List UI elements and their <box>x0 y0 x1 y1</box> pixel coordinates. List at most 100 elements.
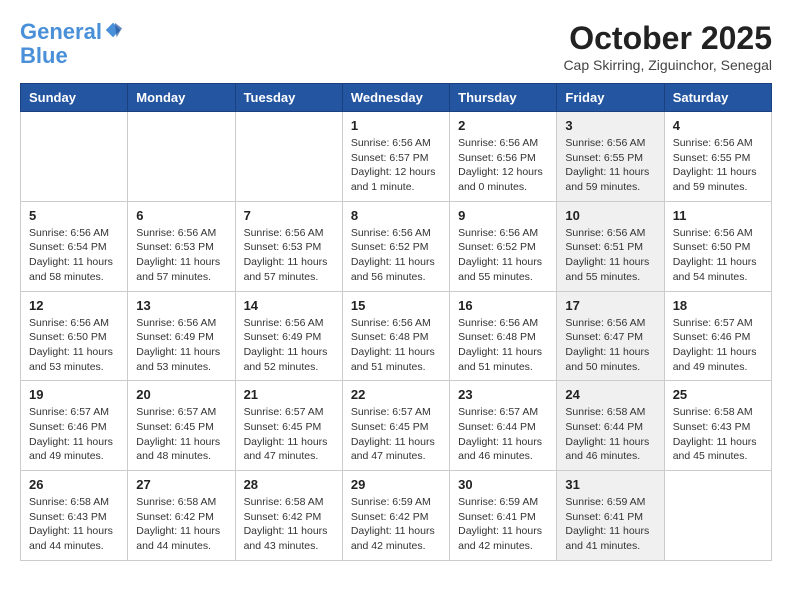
day-info: Sunrise: 6:56 AMSunset: 6:48 PMDaylight:… <box>351 316 441 375</box>
calendar-cell: 5 Sunrise: 6:56 AMSunset: 6:54 PMDaylight… <box>21 201 128 291</box>
day-number: 12 <box>29 298 119 313</box>
weekday-header-tuesday: Tuesday <box>235 84 342 112</box>
logo-line1: General <box>20 19 102 44</box>
day-number: 25 <box>673 387 763 402</box>
day-info: Sunrise: 6:58 AMSunset: 6:42 PMDaylight:… <box>244 495 334 554</box>
day-number: 14 <box>244 298 334 313</box>
day-number: 1 <box>351 118 441 133</box>
day-info: Sunrise: 6:57 AMSunset: 6:46 PMDaylight:… <box>29 405 119 464</box>
calendar-cell: 12Sunrise: 6:56 AMSunset: 6:50 PMDayligh… <box>21 291 128 381</box>
calendar-cell: 6 Sunrise: 6:56 AMSunset: 6:53 PMDaylight… <box>128 201 235 291</box>
day-number: 8 <box>351 208 441 223</box>
day-info: Sunrise: 6:56 AMSunset: 6:54 PMDaylight:… <box>29 226 119 285</box>
day-number: 16 <box>458 298 548 313</box>
day-number: 9 <box>458 208 548 223</box>
day-info: Sunrise: 6:56 AMSunset: 6:53 PMDaylight:… <box>136 226 226 285</box>
day-info: Sunrise: 6:59 AMSunset: 6:41 PMDaylight:… <box>458 495 548 554</box>
calendar-cell <box>235 112 342 202</box>
day-info: Sunrise: 6:57 AMSunset: 6:46 PMDaylight:… <box>673 316 763 375</box>
calendar-cell: 31 Sunrise: 6:59 AMSunset: 6:41 PMDayligh… <box>557 471 664 561</box>
day-number: 24 <box>565 387 655 402</box>
week-row-5: 26Sunrise: 6:58 AMSunset: 6:43 PMDayligh… <box>21 471 772 561</box>
calendar-cell <box>21 112 128 202</box>
header: General Blue October 2025 Cap Skirring, … <box>20 20 772 73</box>
weekday-header-saturday: Saturday <box>664 84 771 112</box>
day-number: 28 <box>244 477 334 492</box>
day-info: Sunrise: 6:56 AMSunset: 6:49 PMDaylight:… <box>244 316 334 375</box>
day-info: Sunrise: 6:56 AMSunset: 6:53 PMDaylight:… <box>244 226 334 285</box>
calendar-cell: 1 Sunrise: 6:56 AMSunset: 6:57 PMDaylight… <box>342 112 449 202</box>
calendar-cell: 4Sunrise: 6:56 AMSunset: 6:55 PMDaylight… <box>664 112 771 202</box>
calendar-cell: 3 Sunrise: 6:56 AMSunset: 6:55 PMDaylight… <box>557 112 664 202</box>
calendar-cell: 19 Sunrise: 6:57 AMSunset: 6:46 PMDayligh… <box>21 381 128 471</box>
day-info: Sunrise: 6:56 AMSunset: 6:51 PMDaylight:… <box>565 226 655 285</box>
calendar-cell: 25 Sunrise: 6:58 AMSunset: 6:43 PMDayligh… <box>664 381 771 471</box>
weekday-header-friday: Friday <box>557 84 664 112</box>
calendar-cell: 30Sunrise: 6:59 AMSunset: 6:41 PMDayligh… <box>450 471 557 561</box>
calendar-cell: 27 Sunrise: 6:58 AMSunset: 6:42 PMDayligh… <box>128 471 235 561</box>
day-number: 27 <box>136 477 226 492</box>
weekday-header-sunday: Sunday <box>21 84 128 112</box>
location-subtitle: Cap Skirring, Ziguinchor, Senegal <box>563 57 772 73</box>
day-info: Sunrise: 6:57 AMSunset: 6:45 PMDaylight:… <box>244 405 334 464</box>
day-number: 31 <box>565 477 655 492</box>
calendar-cell: 23 Sunrise: 6:57 AMSunset: 6:44 PMDayligh… <box>450 381 557 471</box>
day-number: 5 <box>29 208 119 223</box>
weekday-header-row: SundayMondayTuesdayWednesdayThursdayFrid… <box>21 84 772 112</box>
logo: General Blue <box>20 20 122 68</box>
day-number: 10 <box>565 208 655 223</box>
day-info: Sunrise: 6:57 AMSunset: 6:45 PMDaylight:… <box>351 405 441 464</box>
calendar-cell: 11 Sunrise: 6:56 AMSunset: 6:50 PMDayligh… <box>664 201 771 291</box>
day-number: 17 <box>565 298 655 313</box>
calendar-cell: 2 Sunrise: 6:56 AMSunset: 6:56 PMDaylight… <box>450 112 557 202</box>
week-row-2: 5 Sunrise: 6:56 AMSunset: 6:54 PMDaylight… <box>21 201 772 291</box>
weekday-header-thursday: Thursday <box>450 84 557 112</box>
calendar-cell: 29Sunrise: 6:59 AMSunset: 6:42 PMDayligh… <box>342 471 449 561</box>
month-title: October 2025 <box>563 20 772 57</box>
day-number: 18 <box>673 298 763 313</box>
calendar-cell: 21 Sunrise: 6:57 AMSunset: 6:45 PMDayligh… <box>235 381 342 471</box>
day-info: Sunrise: 6:56 AMSunset: 6:57 PMDaylight:… <box>351 136 441 195</box>
day-number: 13 <box>136 298 226 313</box>
day-number: 2 <box>458 118 548 133</box>
calendar-cell: 24Sunrise: 6:58 AMSunset: 6:44 PMDayligh… <box>557 381 664 471</box>
calendar-cell: 7Sunrise: 6:56 AMSunset: 6:53 PMDaylight… <box>235 201 342 291</box>
day-number: 26 <box>29 477 119 492</box>
calendar-cell: 28 Sunrise: 6:58 AMSunset: 6:42 PMDayligh… <box>235 471 342 561</box>
calendar-cell: 13Sunrise: 6:56 AMSunset: 6:49 PMDayligh… <box>128 291 235 381</box>
calendar-cell: 9Sunrise: 6:56 AMSunset: 6:52 PMDaylight… <box>450 201 557 291</box>
day-number: 3 <box>565 118 655 133</box>
day-info: Sunrise: 6:58 AMSunset: 6:42 PMDaylight:… <box>136 495 226 554</box>
calendar-cell: 16 Sunrise: 6:56 AMSunset: 6:48 PMDayligh… <box>450 291 557 381</box>
weekday-header-wednesday: Wednesday <box>342 84 449 112</box>
day-number: 29 <box>351 477 441 492</box>
day-info: Sunrise: 6:56 AMSunset: 6:52 PMDaylight:… <box>351 226 441 285</box>
day-info: Sunrise: 6:57 AMSunset: 6:44 PMDaylight:… <box>458 405 548 464</box>
calendar-cell <box>664 471 771 561</box>
logo-text: General <box>20 20 122 44</box>
day-info: Sunrise: 6:56 AMSunset: 6:56 PMDaylight:… <box>458 136 548 195</box>
weekday-header-monday: Monday <box>128 84 235 112</box>
day-number: 21 <box>244 387 334 402</box>
day-number: 23 <box>458 387 548 402</box>
day-number: 20 <box>136 387 226 402</box>
day-number: 22 <box>351 387 441 402</box>
day-number: 15 <box>351 298 441 313</box>
title-section: October 2025 Cap Skirring, Ziguinchor, S… <box>563 20 772 73</box>
week-row-3: 12Sunrise: 6:56 AMSunset: 6:50 PMDayligh… <box>21 291 772 381</box>
calendar-cell: 14 Sunrise: 6:56 AMSunset: 6:49 PMDayligh… <box>235 291 342 381</box>
logo-line2: Blue <box>20 44 122 68</box>
calendar-cell: 10 Sunrise: 6:56 AMSunset: 6:51 PMDayligh… <box>557 201 664 291</box>
day-number: 6 <box>136 208 226 223</box>
day-info: Sunrise: 6:58 AMSunset: 6:43 PMDaylight:… <box>673 405 763 464</box>
day-number: 11 <box>673 208 763 223</box>
day-info: Sunrise: 6:56 AMSunset: 6:48 PMDaylight:… <box>458 316 548 375</box>
week-row-4: 19 Sunrise: 6:57 AMSunset: 6:46 PMDayligh… <box>21 381 772 471</box>
day-info: Sunrise: 6:56 AMSunset: 6:55 PMDaylight:… <box>565 136 655 195</box>
calendar-cell: 17Sunrise: 6:56 AMSunset: 6:47 PMDayligh… <box>557 291 664 381</box>
day-info: Sunrise: 6:59 AMSunset: 6:41 PMDaylight:… <box>565 495 655 554</box>
day-info: Sunrise: 6:57 AMSunset: 6:45 PMDaylight:… <box>136 405 226 464</box>
calendar-cell: 15 Sunrise: 6:56 AMSunset: 6:48 PMDayligh… <box>342 291 449 381</box>
day-number: 19 <box>29 387 119 402</box>
day-info: Sunrise: 6:56 AMSunset: 6:50 PMDaylight:… <box>673 226 763 285</box>
